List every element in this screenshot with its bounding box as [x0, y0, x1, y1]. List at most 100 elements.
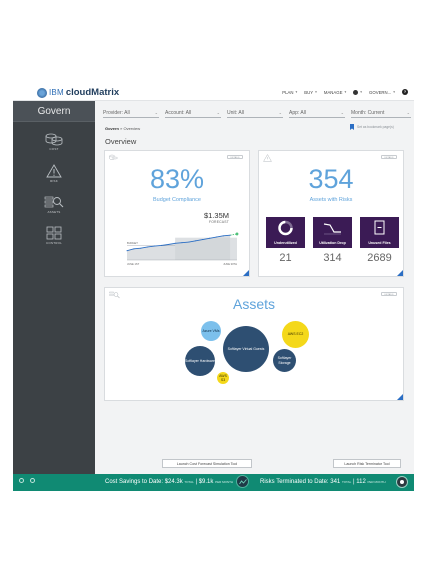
tile-utilization-drop[interactable]: Utilization Drop [313, 217, 352, 248]
breadcrumb-current: Overview [123, 126, 141, 131]
x-start-label: JUNE 1ST [127, 262, 140, 266]
budget-chart: BUDGET JUNE 1ST JUNE 30TH [126, 232, 239, 266]
bubble-label: Softlayer Storage [277, 356, 292, 365]
filter-account[interactable]: Account: All ⌄ [165, 108, 221, 118]
assets-card: DETAILS Assets Azure VMs Softlayer Virtu… [104, 287, 404, 401]
nav-buy[interactable]: BUY ▾ [304, 90, 317, 95]
target-icon [400, 480, 404, 484]
tile-label: Utilization Drop [319, 241, 346, 245]
nav-manage[interactable]: MANAGE ▾ [324, 90, 346, 95]
coins-icon [45, 133, 63, 146]
cost-savings: Cost Savings to Date: $24.3k TOTAL | $9.… [105, 479, 233, 485]
risk-label: Assets with Risks [309, 197, 353, 203]
sidebar-item-cost[interactable]: COST [13, 132, 95, 160]
bubble-label: Softlayer Hardware [185, 358, 215, 363]
cost-savings-label: Cost Savings to Date: $24.3k [105, 479, 183, 485]
risk-count: 354 [308, 164, 354, 194]
filter-provider[interactable]: Provider: All ⌄ [103, 108, 159, 118]
chevron-down-icon: ▾ [315, 90, 317, 94]
card-corner-marker [243, 270, 249, 276]
cost-savings-rate: $9.1k [198, 479, 214, 485]
assets-title: Assets [232, 296, 275, 312]
chevron-down-icon: ▾ [295, 90, 298, 94]
launch-risk-tool-button[interactable]: Launch Risk Terminator Tool [333, 459, 401, 468]
filter-label: Month: Current [351, 109, 385, 116]
chevron-down-icon: ⌄ [154, 110, 158, 115]
user-icon [353, 89, 359, 95]
tile-underutilized[interactable]: Underutilized [266, 217, 305, 248]
actual-point [160, 244, 162, 246]
filter-label: Provider: All [103, 109, 130, 116]
actual-point [229, 234, 231, 236]
cost-savings-rate-unit: PER MONTH [215, 480, 234, 484]
sidebar-item-assets[interactable]: ASSETS [13, 195, 95, 223]
ibm-logo-icon [37, 87, 47, 98]
sidebar-item-risk[interactable]: RISK [13, 164, 95, 192]
forecast-label: FORECAST [208, 220, 229, 224]
filter-bar: Provider: All ⌄ Account: All ⌄ Unit: All ⌄ … [103, 108, 411, 120]
sidebar-item-control[interactable]: CONTROL [13, 226, 95, 254]
trend-toggle-button[interactable] [236, 475, 249, 488]
bubble-aws-ec2[interactable]: AWS EC2 [282, 321, 309, 348]
user-menu[interactable]: ▾ [353, 89, 362, 95]
nav-govern-label: GOVERN... [369, 89, 392, 95]
launch-cost-tool-button[interactable]: Launch Cost Forecast Simulation Tool [162, 459, 252, 468]
bubble-label: AWS EC2 [287, 332, 304, 337]
sidebar: Govern COST RISK ASSETS CONTROL [13, 101, 95, 474]
nav-govern[interactable]: GOVERN... ▾ [369, 90, 395, 95]
bookmark-text: Set as bookmark page(s) [357, 125, 394, 129]
cost-savings-divider: | [195, 479, 198, 485]
bubble-aws-s3[interactable]: AWS S3 [217, 372, 229, 384]
bubble-azure-vms[interactable]: Azure VMs [201, 321, 221, 341]
nav-buy-label: BUY [304, 89, 314, 95]
filter-label: Account: All [165, 109, 192, 116]
actual-point [181, 242, 183, 244]
filter-label: App: All [289, 109, 306, 116]
actual-point [215, 236, 217, 238]
bookmark-toggle[interactable]: Set as bookmark page(s) [350, 124, 394, 130]
tile-label: Unused Files [368, 241, 391, 245]
refresh-icon[interactable] [19, 478, 24, 483]
actual-point [167, 244, 169, 245]
sidebar-item-label: COST [49, 147, 59, 151]
budget-percent: 83% [149, 164, 205, 194]
sidebar-title: Govern [13, 101, 95, 122]
breadcrumb-root[interactable]: Govern [105, 126, 119, 131]
app-window: IBM cloudMatrix PLAN ▾ BUY ▾ MANAGE ▾ ▾ GOV… [13, 84, 414, 491]
actual-point [133, 248, 135, 250]
actual-point [222, 235, 224, 237]
donut-icon [278, 220, 293, 236]
grid-icon [46, 226, 62, 240]
tile-value-utilization-drop: 314 [323, 252, 342, 264]
actual-point [154, 245, 155, 247]
bubble-softlayer-virtual-guests[interactable]: Softlayer Virtual Guests [223, 326, 269, 372]
filter-month[interactable]: Month: Current ⌄ [351, 108, 411, 118]
search-assets-icon [44, 196, 64, 208]
bubble-softlayer-hardware[interactable]: Softlayer Hardware [185, 346, 215, 376]
sidebar-item-label: RISK [50, 179, 58, 183]
nav-plan-label: PLAN [282, 89, 294, 95]
actual-point [174, 242, 176, 244]
terminator-button[interactable] [396, 476, 408, 488]
card-corner-marker [397, 394, 403, 400]
nav-plan[interactable]: PLAN ▾ [282, 90, 297, 95]
actual-point [126, 250, 128, 252]
chevron-down-icon: ▾ [344, 90, 347, 94]
risks-terminated-total-unit: TOTAL [341, 480, 352, 484]
brand-logo[interactable]: IBM cloudMatrix [37, 86, 119, 99]
risks-terminated-label: Risks Terminated to Date: 341 [260, 479, 341, 485]
tile-unused-files[interactable]: Unused Files [360, 217, 399, 248]
budget-label: Budget Compliance [152, 197, 201, 203]
details-button[interactable]: DETAILS [381, 155, 397, 159]
risks-terminated: Risks Terminated to Date: 341 TOTAL | 11… [260, 479, 386, 485]
filter-unit[interactable]: Unit: All ⌄ [227, 108, 283, 118]
details-button[interactable]: DETAILS [227, 155, 243, 159]
page-title: Overview [105, 137, 137, 146]
bubble-softlayer-storage[interactable]: Softlayer Storage [273, 349, 296, 372]
brand-ibm: IBM [49, 88, 64, 97]
risk-tiles: Underutilized Utilization Drop Unused Fi… [266, 217, 399, 248]
help-icon[interactable]: ? [402, 89, 408, 95]
settings-icon[interactable] [30, 478, 35, 483]
tile-label: Underutilized [274, 241, 297, 245]
filter-app[interactable]: App: All ⌄ [289, 108, 345, 118]
